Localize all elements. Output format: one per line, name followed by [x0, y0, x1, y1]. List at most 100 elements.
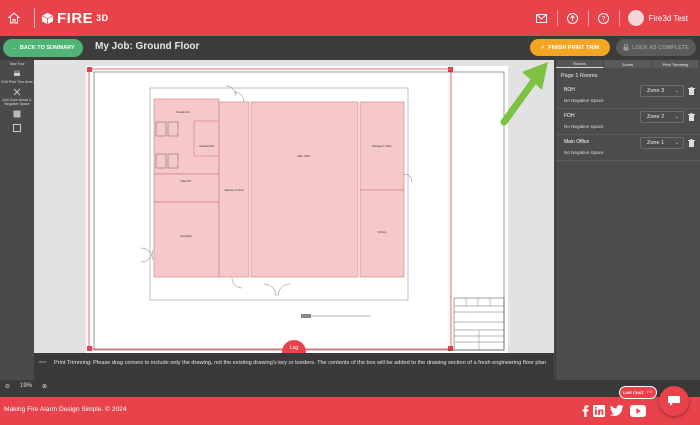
negative-space-label: No Negative Space: [564, 124, 604, 129]
youtube-icon[interactable]: [629, 404, 647, 418]
chat-icon: [668, 396, 680, 406]
trim-handle[interactable]: [87, 67, 92, 72]
drawing-sheet: Female WC Disabled WC Male WC Reception …: [86, 66, 508, 353]
finish-print-trim-button[interactable]: ✓ FINISH PRINT TRIM: [530, 39, 610, 56]
room-row: Main Office No Negative Space Zone 1 ⌄: [556, 135, 700, 161]
mail-button[interactable]: [535, 11, 549, 25]
arrow-left-icon: ←: [11, 45, 17, 51]
header-actions: ? Fire3d Test: [527, 0, 700, 36]
logo-superscript: 3D: [96, 13, 109, 23]
filled-square-tool[interactable]: [0, 108, 34, 120]
trash-icon[interactable]: [688, 139, 695, 147]
tab-zones[interactable]: Zones: [604, 60, 652, 68]
room-reception: [153, 201, 220, 278]
live-chat-button[interactable]: LIVE CHAT ···: [619, 386, 657, 399]
trim-handle[interactable]: [87, 346, 92, 351]
take-tour-label: Take Tour: [9, 62, 25, 66]
facebook-icon[interactable]: [580, 404, 590, 418]
chevron-down-icon: ⌄: [674, 114, 679, 120]
door-arc: [140, 249, 154, 263]
twitter-icon[interactable]: [609, 404, 625, 418]
room-name: BOH: [564, 87, 575, 93]
username[interactable]: Fire3d Test: [649, 14, 688, 23]
zone-select[interactable]: Zone 3 ⌄: [640, 85, 684, 97]
room-main-office: [250, 101, 359, 278]
log-tab-label: Log: [289, 345, 299, 351]
chevron-down-icon: ⌄: [674, 140, 679, 146]
lock-as-complete-button[interactable]: LOCK AS COMPLETE: [616, 39, 696, 56]
header-divider: [556, 10, 558, 26]
chat-bubble-button[interactable]: [659, 386, 689, 416]
home-button[interactable]: [0, 0, 28, 36]
room-label: Disabled WC: [199, 144, 214, 148]
cross-arrows-icon: [13, 88, 21, 96]
zoom-in-icon[interactable]: ⊕: [42, 383, 47, 390]
right-panel: Rooms Zones Print Trimming Page 1 Rooms …: [555, 60, 700, 380]
negative-space-label: No Negative Space: [564, 150, 604, 155]
room-label: Male WC: [181, 179, 192, 183]
zoom-level: 19%: [20, 383, 33, 389]
finish-button-label: FINISH PRINT TRIM: [548, 44, 600, 51]
printer-icon: [14, 70, 20, 76]
avatar[interactable]: [627, 10, 644, 26]
home-icon: [8, 12, 20, 24]
instructions-bar: area Print Trimming: Please drag corners…: [34, 353, 554, 380]
room-label: Reception: [180, 234, 192, 238]
room-label: Manager's Office: [372, 144, 392, 148]
drawing-canvas[interactable]: Female WC Disabled WC Male WC Reception …: [34, 60, 554, 353]
room-name: Main Office: [564, 139, 590, 145]
instructions-text: Print Trimming: Please drag corners to i…: [54, 360, 546, 366]
help-icon: ?: [598, 12, 610, 24]
mail-icon: [536, 13, 548, 23]
negative-space-label: No Negative Space: [564, 98, 604, 103]
zoom-bar: ⊖ 19% ⊕: [0, 380, 700, 397]
room-name: FOH: [564, 113, 575, 119]
back-to-summary-button[interactable]: ← BACK TO SUMMARY: [3, 39, 83, 57]
print-trim-label: Edit Print Trim Area: [1, 80, 33, 84]
help-button[interactable]: ?: [597, 11, 611, 25]
upload-icon: [567, 12, 579, 24]
room-label: Female WC: [176, 110, 190, 114]
floor-plan: Female WC Disabled WC Male WC Reception …: [87, 67, 505, 351]
zone-select-value: Zone 3: [647, 88, 665, 94]
app-logo[interactable]: FIRE 3D: [41, 10, 109, 27]
live-chat-label: LIVE CHAT: [623, 390, 644, 395]
take-tour-button[interactable]: Take Tour: [0, 62, 34, 66]
zone-select-value: Zone 1: [647, 140, 665, 146]
panel-tabs: Rooms Zones Print Trimming: [556, 60, 700, 68]
room-row: FOH No Negative Space Zone 2 ⌄: [556, 109, 700, 135]
svg-text:?: ?: [602, 16, 606, 23]
zoom-out-icon[interactable]: ⊖: [5, 383, 10, 390]
footer: Making Fire Alarm Design Simple. © 2024: [0, 397, 700, 425]
lock-icon: [623, 44, 629, 51]
title-block: [453, 297, 505, 351]
door-arc: [140, 247, 154, 261]
zone-select[interactable]: Zone 1 ⌄: [640, 137, 684, 149]
room-row: BOH No Negative Space Zone 3 ⌄: [556, 83, 700, 109]
zone-select[interactable]: Zone 2 ⌄: [640, 111, 684, 123]
outline-square-tool[interactable]: [0, 122, 34, 134]
outline-square-icon: [13, 124, 21, 132]
header-divider: [618, 10, 620, 26]
print-trim-tool[interactable]: Edit Print Trim Area: [0, 68, 34, 84]
upload-button[interactable]: [566, 11, 580, 25]
check-icon: ✓: [540, 44, 546, 51]
filled-square-icon: [13, 110, 21, 118]
tab-rooms[interactable]: Rooms: [556, 60, 604, 68]
room-male-wc: [153, 173, 220, 203]
back-button-label: BACK TO SUMMARY: [19, 45, 75, 51]
room-label: Main Office: [297, 154, 311, 158]
room-disabled-wc: [193, 120, 220, 157]
zone-areas-tool[interactable]: Add Zone Areas & Negative Space: [0, 86, 34, 106]
trim-handle[interactable]: [448, 67, 453, 72]
lock-button-label: LOCK AS COMPLETE: [632, 44, 689, 51]
left-toolbar: Take Tour Edit Print Trim Area Add Zone …: [0, 60, 34, 380]
guide-arrow: [500, 62, 548, 126]
scale-bar-segment: [301, 314, 311, 318]
linkedin-icon[interactable]: [592, 404, 606, 418]
tab-print-trimming[interactable]: Print Trimming: [652, 60, 700, 68]
door-arc: [263, 283, 277, 297]
trash-icon[interactable]: [688, 87, 695, 95]
trash-icon[interactable]: [688, 113, 695, 121]
cube-icon: [41, 12, 54, 24]
